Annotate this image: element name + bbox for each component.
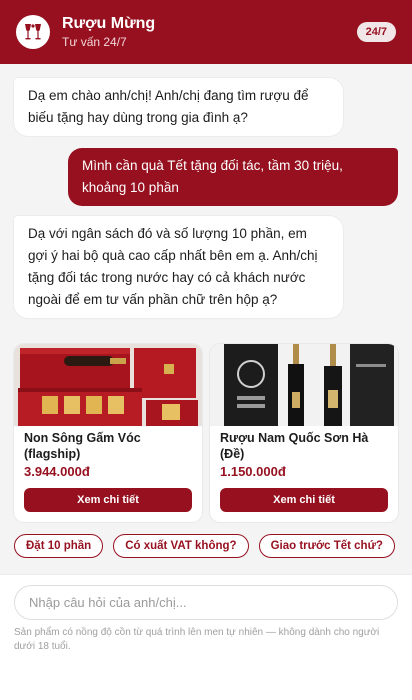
user-message: Mình cần quà Tết tặng đối tác, tầm 30 tr… (68, 148, 398, 206)
product-card[interactable]: Non Sông Gấm Vóc (flagship) 3.944.000đ X… (14, 344, 202, 522)
red-lacquer-gift-box-image (14, 344, 202, 426)
quick-reply-chip[interactable]: Có xuất VAT không? (113, 534, 249, 558)
chat-header: Rượu Mừng Tư vấn 24/7 24/7 (0, 0, 412, 64)
product-card[interactable]: Rượu Nam Quốc Sơn Hà (Đề) 1.150.000đ Xem… (210, 344, 398, 522)
app-title: Rượu Mừng (62, 15, 156, 32)
bot-message: Dạ em chào anh/chị! Anh/chị đang tìm rượ… (14, 78, 343, 136)
availability-badge: 24/7 (356, 22, 396, 42)
view-details-button[interactable]: Xem chi tiết (220, 488, 388, 512)
wine-glasses-logo-icon (16, 15, 50, 49)
product-name: Non Sông Gấm Vóc (flagship) (24, 431, 141, 461)
chat-thread[interactable]: Dạ em chào anh/chị! Anh/chị đang tìm rượ… (0, 64, 412, 574)
bot-message: Dạ với ngân sách đó và số lượng 10 phần,… (14, 216, 343, 318)
app-subtitle: Tư vấn 24/7 (62, 35, 127, 49)
product-name: Rượu Nam Quốc Sơn Hà (Đề) (220, 431, 369, 461)
quick-reply-chip[interactable]: Đặt 10 phần (14, 534, 104, 558)
message-composer: Sản phẩm có nồng độ cồn từ quá trình lên… (0, 574, 412, 700)
quick-replies: Đặt 10 phần Có xuất VAT không? Giao trướ… (14, 534, 398, 558)
quick-reply-chip[interactable]: Giao trước Tết chứ? (258, 534, 395, 558)
message-input[interactable] (14, 585, 398, 620)
view-details-button[interactable]: Xem chi tiết (24, 488, 192, 512)
age-disclaimer: Sản phẩm có nồng độ cồn từ quá trình lên… (14, 627, 380, 652)
dark-wine-bottles-image (210, 344, 398, 426)
product-price: 3.944.000đ (24, 464, 90, 479)
product-price: 1.150.000đ (220, 464, 286, 479)
